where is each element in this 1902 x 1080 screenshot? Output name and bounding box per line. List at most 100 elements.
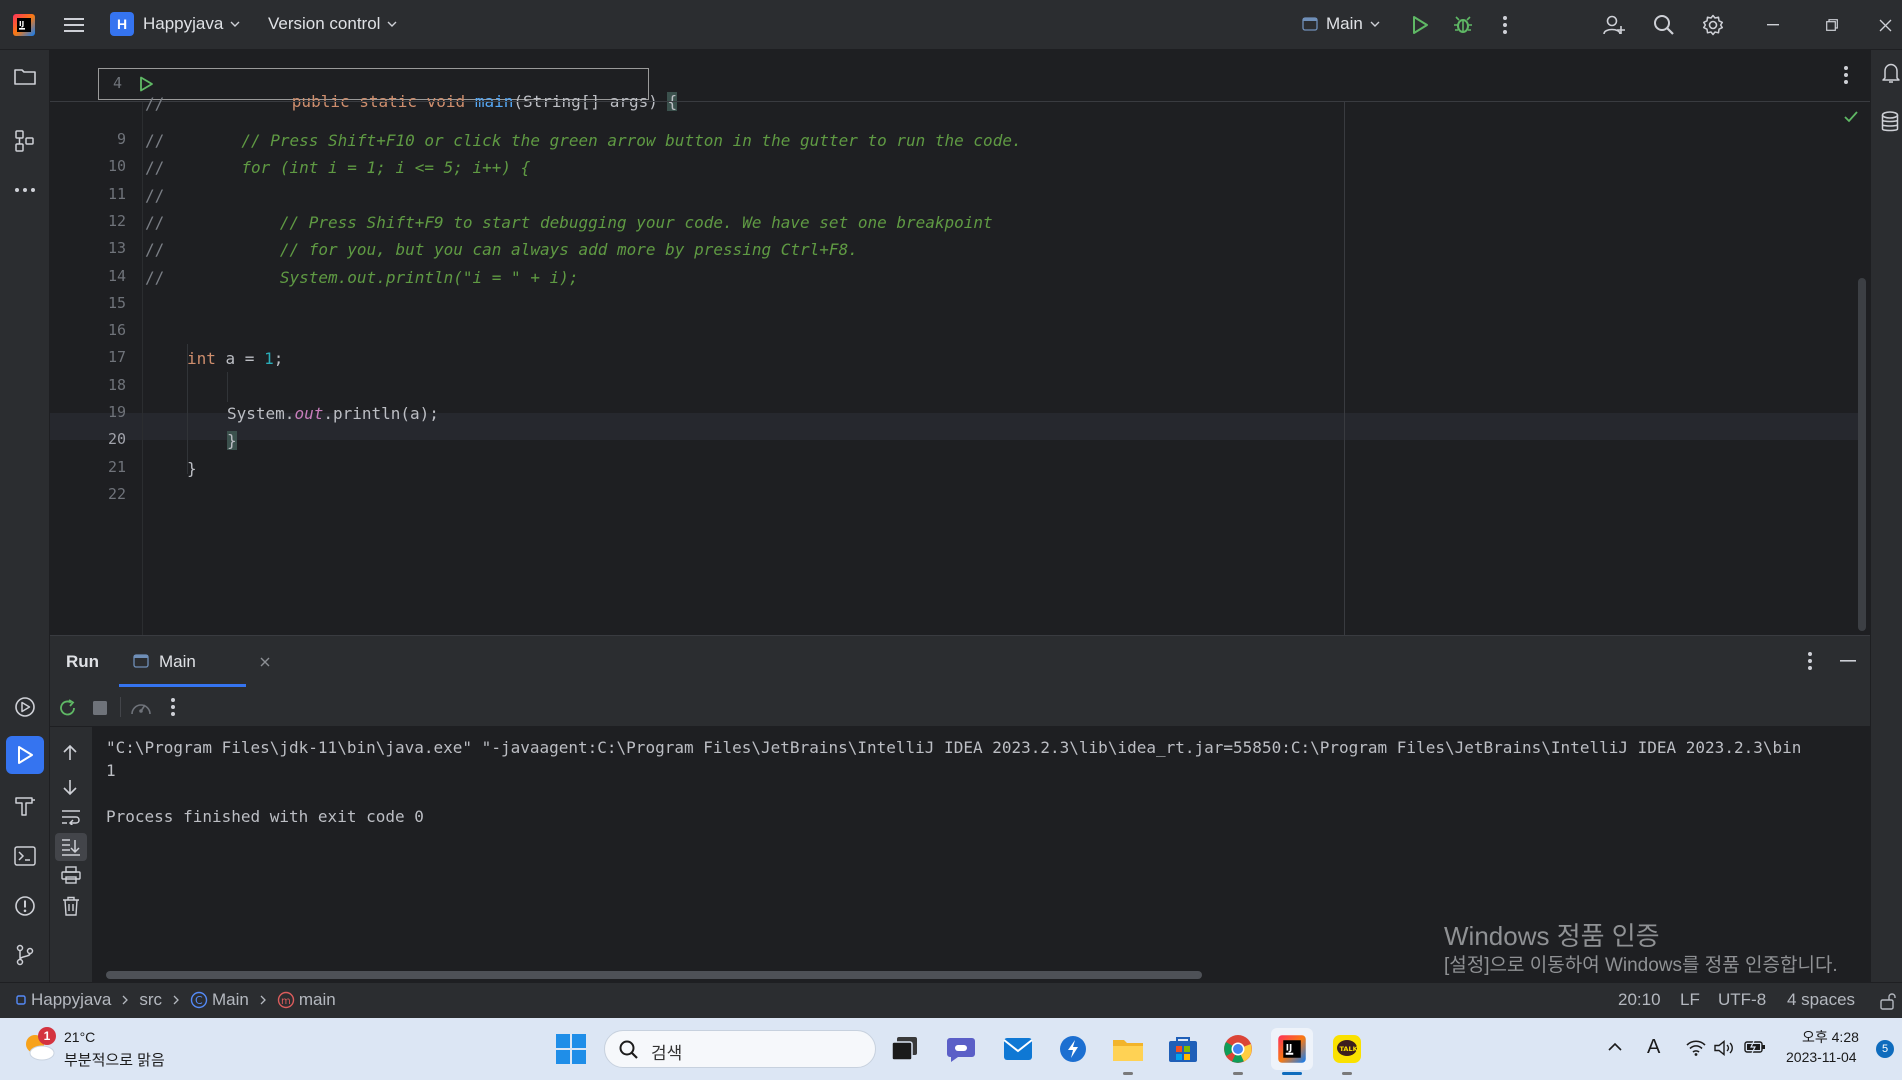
line-number[interactable]: 18 [66, 376, 126, 394]
services-icon[interactable] [5, 687, 45, 727]
version-control-menu[interactable]: Version control [268, 14, 397, 34]
scroll-to-end-icon[interactable] [55, 833, 87, 861]
file-encoding[interactable]: UTF-8 [1718, 990, 1766, 1010]
restore-window-icon[interactable] [1812, 5, 1852, 45]
rerun-icon[interactable] [58, 698, 78, 718]
build-hammer-icon[interactable] [5, 786, 45, 826]
more-run-actions-icon[interactable] [171, 698, 175, 716]
clock-date[interactable]: 2023-11-04 [1786, 1049, 1857, 1065]
project-switcher[interactable]: H Happyjava [110, 12, 240, 36]
more-tool-windows-icon[interactable] [5, 170, 45, 210]
profiler-gauge-icon[interactable] [130, 699, 152, 717]
line-number[interactable]: 17 [66, 348, 126, 366]
unlock-icon[interactable] [1880, 992, 1896, 1010]
chrome-icon[interactable] [1217, 1028, 1259, 1075]
line-number[interactable]: 19 [66, 403, 126, 421]
stop-icon[interactable] [93, 701, 107, 715]
search-icon[interactable] [1644, 5, 1684, 45]
taskbar-search-box[interactable]: 검색 [604, 1030, 876, 1068]
breadcrumb-class[interactable]: Main [212, 990, 249, 1010]
notification-count-badge[interactable]: 5 [1876, 1040, 1894, 1058]
main-menu-icon[interactable] [54, 5, 94, 45]
run-config-selector[interactable]: Main [1302, 14, 1380, 34]
line-number[interactable]: 11 [66, 185, 126, 203]
git-branch-icon[interactable] [5, 935, 45, 975]
close-tab-icon[interactable] [260, 657, 270, 667]
code-line[interactable]: // for (int i = 1; i <= 5; i++) { [145, 154, 530, 181]
console-horizontal-scrollbar[interactable] [106, 971, 1202, 979]
clear-trash-icon[interactable] [62, 896, 80, 916]
breadcrumb-project[interactable]: Happyjava [31, 990, 111, 1010]
intellij-taskbar-icon[interactable]: IJ [1271, 1028, 1313, 1075]
indent-setting[interactable]: 4 spaces [1787, 990, 1855, 1010]
minimize-window-icon[interactable] [1753, 5, 1793, 45]
database-icon[interactable] [1881, 111, 1899, 133]
more-actions-icon[interactable] [1485, 5, 1525, 45]
print-icon[interactable] [61, 866, 81, 884]
caret-position[interactable]: 20:10 [1618, 990, 1661, 1010]
editor-options-icon[interactable] [1844, 66, 1848, 84]
line-number[interactable]: 12 [66, 212, 126, 230]
battery-charging-icon[interactable] [1744, 1040, 1766, 1054]
ime-indicator[interactable]: A [1647, 1036, 1660, 1059]
line-number[interactable]: 13 [66, 239, 126, 257]
console-line[interactable]: "C:\Program Files\jdk-11\bin\java.exe" "… [106, 737, 1801, 759]
wifi-icon[interactable] [1686, 1040, 1706, 1056]
code-line[interactable]: int a = 1; [187, 345, 283, 372]
run-options-icon[interactable] [1808, 652, 1812, 670]
file-explorer-icon[interactable] [1107, 1028, 1149, 1075]
intellij-logo-icon[interactable]: IJ [12, 13, 36, 37]
console-line[interactable]: 1 [106, 760, 116, 782]
project-folder-icon[interactable] [5, 56, 45, 96]
structure-icon[interactable] [5, 121, 45, 161]
close-window-icon[interactable] [1865, 5, 1902, 45]
tab-main[interactable]: Main [119, 636, 270, 687]
start-button[interactable] [550, 1028, 592, 1070]
arrow-up-icon[interactable] [62, 744, 78, 762]
breadcrumb-src[interactable]: src [139, 990, 162, 1010]
arrow-down-icon[interactable] [62, 778, 78, 796]
sticky-scroll-header[interactable]: 4 public static void main(String[] args)… [98, 68, 678, 111]
problems-icon[interactable] [5, 886, 45, 926]
code-line[interactable]: // System.out.println("i = " + i); [145, 264, 578, 291]
weather-widget[interactable]: 1 21°C 부분적으로 맑음 [20, 1027, 190, 1072]
line-number[interactable]: 14 [66, 267, 126, 285]
mail-icon[interactable] [997, 1028, 1039, 1070]
console-line[interactable]: Process finished with exit code 0 [106, 806, 424, 828]
show-hidden-icons-chevron-icon[interactable] [1608, 1042, 1622, 1051]
code-line[interactable]: System.out.println(a); [227, 400, 439, 427]
code-with-me-icon[interactable] [1594, 5, 1634, 45]
settings-gear-icon[interactable] [1693, 5, 1733, 45]
kakaotalk-icon[interactable]: TALK [1326, 1028, 1368, 1075]
run-panel-title[interactable]: Run [66, 652, 99, 672]
code-line[interactable]: // // for you, but you can always add mo… [145, 236, 858, 263]
line-number[interactable]: 16 [66, 321, 126, 339]
volume-icon[interactable] [1714, 1040, 1736, 1056]
notifications-bell-icon[interactable] [1881, 62, 1901, 84]
line-number[interactable]: 9 [66, 130, 126, 148]
task-view-icon[interactable] [884, 1028, 926, 1070]
line-number[interactable]: 20 [66, 430, 126, 448]
terminal-icon[interactable] [5, 836, 45, 876]
run-tool-window-icon[interactable] [6, 736, 44, 774]
run-icon[interactable] [1400, 5, 1440, 45]
line-number[interactable]: 10 [66, 157, 126, 175]
line-number[interactable]: 15 [66, 294, 126, 312]
editor-vertical-scrollbar[interactable] [1858, 278, 1866, 631]
pinned-app-icon[interactable] [1052, 1028, 1094, 1070]
no-problems-check-icon[interactable] [1843, 110, 1859, 124]
code-line[interactable]: } [227, 427, 237, 454]
clock-time[interactable]: 오후 4:28 [1802, 1027, 1859, 1047]
code-line[interactable]: // // Press Shift+F9 to start debugging … [145, 209, 993, 236]
hide-panel-icon[interactable] [1840, 660, 1856, 662]
code-editor[interactable]: 4 public static void main(String[] args)… [50, 50, 1870, 635]
microsoft-store-icon[interactable] [1162, 1028, 1204, 1070]
line-separator[interactable]: LF [1680, 990, 1700, 1010]
teams-chat-icon[interactable] [940, 1028, 982, 1070]
line-number[interactable]: 22 [66, 485, 126, 503]
line-number[interactable]: 21 [66, 458, 126, 476]
breadcrumb-method[interactable]: main [299, 990, 336, 1010]
code-line[interactable]: // // Press Shift+F10 or click the green… [145, 127, 1022, 154]
code-line[interactable]: } [187, 455, 197, 482]
code-line[interactable]: // [145, 182, 164, 209]
